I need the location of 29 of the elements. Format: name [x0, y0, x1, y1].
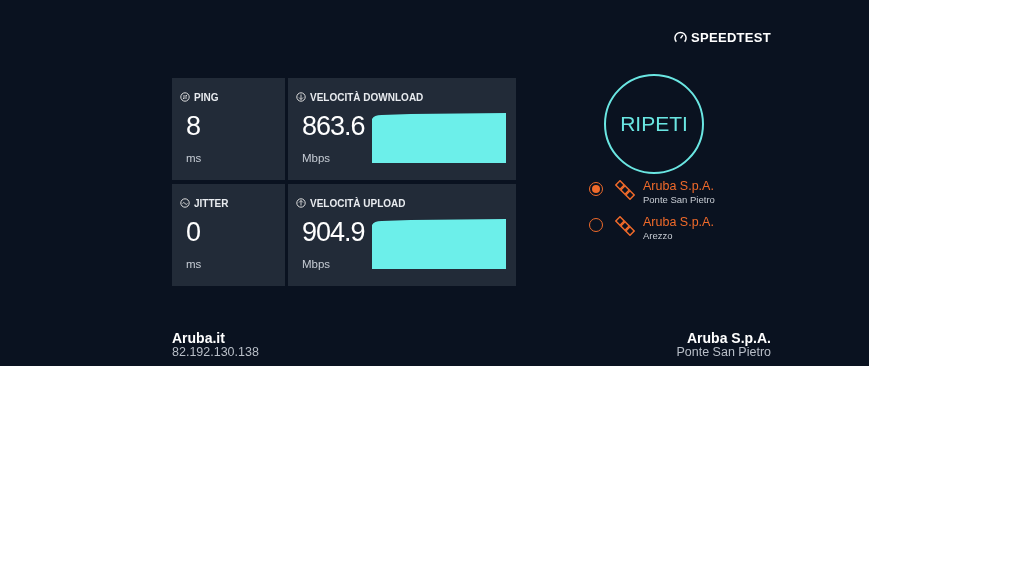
server-option-location: Ponte San Pietro — [643, 193, 715, 208]
jitter-icon — [180, 198, 190, 208]
server-name: Aruba S.p.A. — [686, 330, 771, 347]
metric-value: 904.9 — [302, 216, 366, 248]
metric-label: PING — [194, 90, 219, 105]
metric-unit: ms — [186, 150, 202, 166]
metric-label: JITTER — [194, 196, 229, 211]
metric-label: VELOCITÀ UPLOAD — [310, 196, 406, 211]
speedtest-logo: SPEEDTEST — [691, 29, 771, 47]
satellite-icon — [615, 215, 635, 236]
server-option-name[interactable]: Aruba S.p.A. — [643, 179, 715, 194]
server-location: Ponte San Pietro — [676, 346, 771, 360]
download-icon — [296, 92, 306, 102]
gauge-icon — [674, 31, 687, 45]
repeat-button[interactable]: RIPETI — [604, 73, 704, 174]
metric-unit: Mbps — [302, 150, 332, 166]
ip-address: 82.192.130.138 — [172, 346, 259, 360]
satellite-icon — [615, 179, 635, 200]
server-option-location: Arezzo — [643, 229, 674, 244]
metric-unit: ms — [186, 256, 202, 272]
metric-label: VELOCITÀ DOWNLOAD — [310, 90, 424, 105]
isp-name: Aruba.it — [172, 330, 226, 347]
metric-value: 863.6 — [302, 110, 366, 142]
upload-icon — [296, 198, 306, 208]
metric-value: 0 — [186, 216, 202, 248]
server-option-name[interactable]: Aruba S.p.A. — [643, 215, 714, 230]
ping-icon — [180, 92, 190, 102]
metric-unit: Mbps — [302, 256, 332, 272]
metric-value: 8 — [186, 110, 202, 142]
